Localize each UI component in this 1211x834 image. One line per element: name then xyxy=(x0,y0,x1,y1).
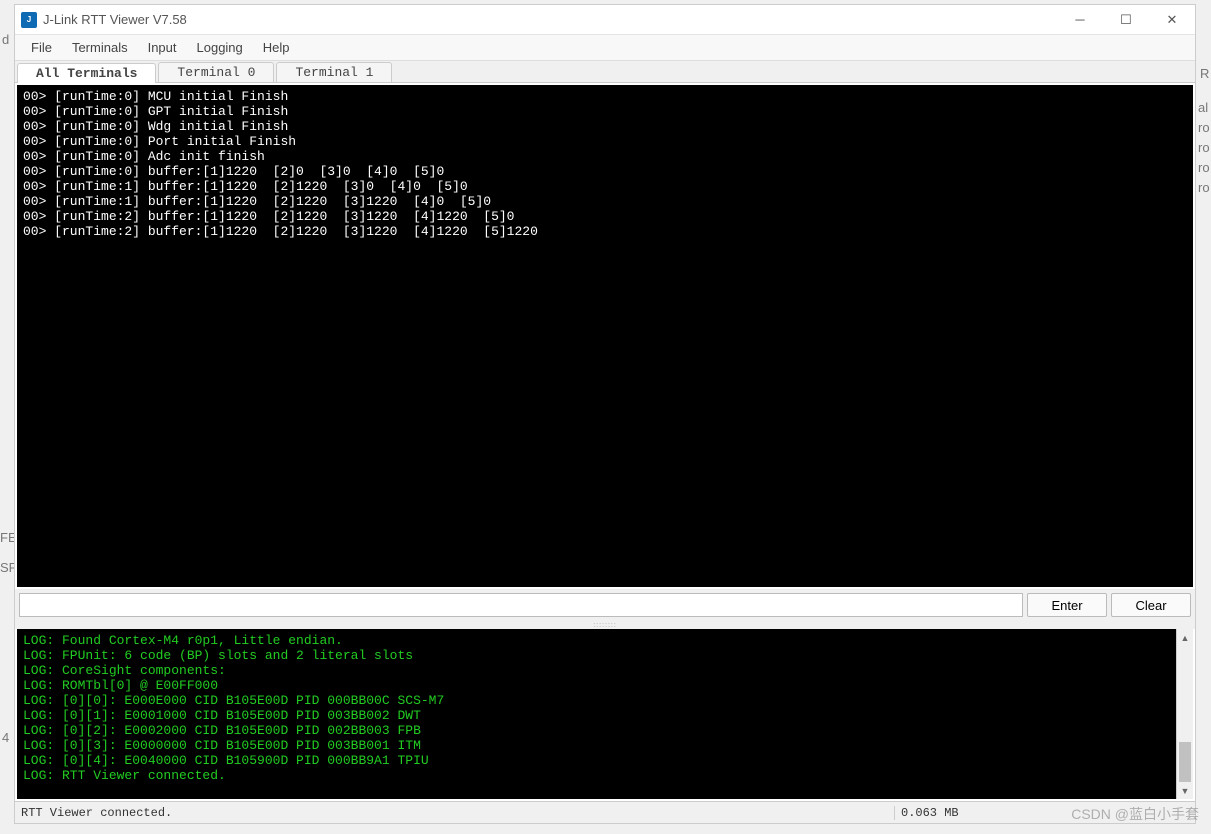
menu-terminals[interactable]: Terminals xyxy=(62,37,138,58)
window-title: J-Link RTT Viewer V7.58 xyxy=(43,12,1057,27)
status-message: RTT Viewer connected. xyxy=(15,806,895,820)
input-row: Enter Clear xyxy=(15,589,1195,621)
terminal-output[interactable]: 00> [runTime:0] MCU initial Finish 00> [… xyxy=(17,85,1193,587)
bg-text: al xyxy=(1198,100,1208,115)
log-panel-wrap: LOG: Found Cortex-M4 r0p1, Little endian… xyxy=(17,629,1193,799)
minimize-button[interactable]: ─ xyxy=(1057,5,1103,35)
menu-input[interactable]: Input xyxy=(138,37,187,58)
menu-logging[interactable]: Logging xyxy=(187,37,253,58)
app-icon: J xyxy=(21,12,37,28)
status-bar: RTT Viewer connected. 0.063 MB xyxy=(15,801,1195,823)
maximize-icon: ☐ xyxy=(1120,12,1132,28)
scroll-thumb[interactable] xyxy=(1179,742,1191,782)
scroll-up-icon[interactable]: ▲ xyxy=(1177,629,1193,646)
bg-text: ro xyxy=(1198,120,1210,135)
minimize-icon: ─ xyxy=(1075,12,1084,27)
bg-text: R xyxy=(1200,66,1209,81)
splitter-handle[interactable]: :::::::: xyxy=(15,621,1195,629)
menu-bar: File Terminals Input Logging Help xyxy=(15,35,1195,61)
enter-button[interactable]: Enter xyxy=(1027,593,1107,617)
menu-help[interactable]: Help xyxy=(253,37,300,58)
tab-strip: All Terminals Terminal 0 Terminal 1 xyxy=(15,61,1195,83)
main-window: J J-Link RTT Viewer V7.58 ─ ☐ ✕ File Ter… xyxy=(14,4,1196,824)
menu-file[interactable]: File xyxy=(21,37,62,58)
maximize-button[interactable]: ☐ xyxy=(1103,5,1149,35)
clear-button[interactable]: Clear xyxy=(1111,593,1191,617)
log-scrollbar[interactable]: ▲ ▼ xyxy=(1176,629,1193,799)
bg-text: ro xyxy=(1198,160,1210,175)
bg-text: ro xyxy=(1198,140,1210,155)
tab-all-terminals[interactable]: All Terminals xyxy=(17,63,156,83)
close-icon: ✕ xyxy=(1167,12,1178,28)
scroll-down-icon[interactable]: ▼ xyxy=(1177,782,1193,799)
tab-terminal-0[interactable]: Terminal 0 xyxy=(158,62,274,82)
bg-text: d xyxy=(2,32,9,47)
bg-text: ro xyxy=(1198,180,1210,195)
status-size: 0.063 MB xyxy=(895,806,1195,820)
title-bar: J J-Link RTT Viewer V7.58 ─ ☐ ✕ xyxy=(15,5,1195,35)
tab-terminal-1[interactable]: Terminal 1 xyxy=(276,62,392,82)
window-controls: ─ ☐ ✕ xyxy=(1057,5,1195,35)
log-output[interactable]: LOG: Found Cortex-M4 r0p1, Little endian… xyxy=(17,629,1176,799)
command-input[interactable] xyxy=(19,593,1023,617)
close-button[interactable]: ✕ xyxy=(1149,5,1195,35)
bg-text: 4 xyxy=(2,730,9,745)
